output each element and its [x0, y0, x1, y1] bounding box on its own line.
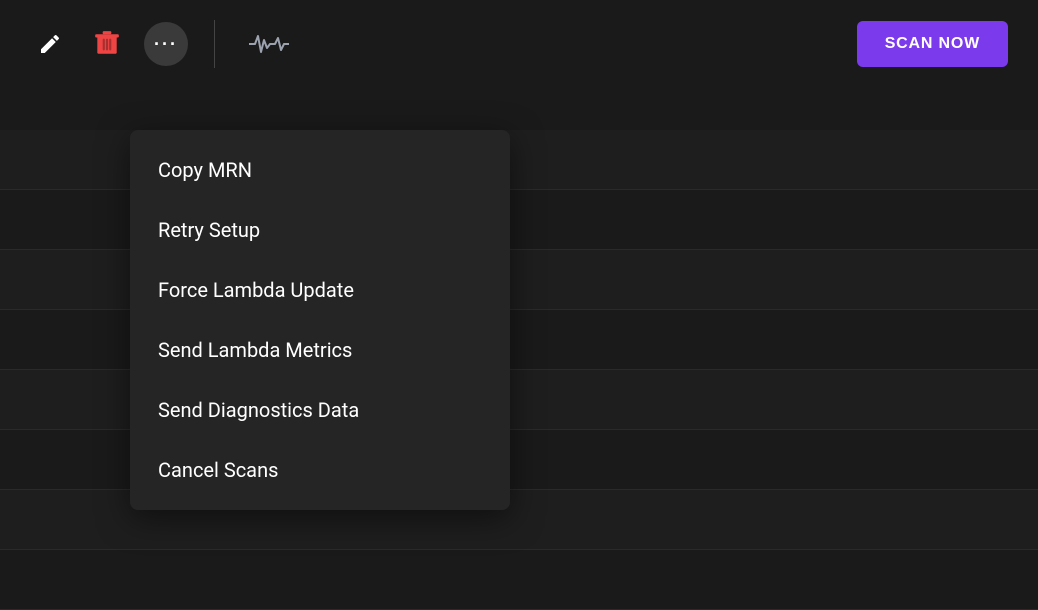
edit-button[interactable] [30, 24, 70, 64]
menu-item-copy-mrn-label: Copy MRN [158, 158, 252, 182]
menu-item-retry-setup-label: Retry Setup [158, 218, 260, 242]
activity-button[interactable] [241, 24, 297, 64]
scan-now-button[interactable]: SCAN NOW [857, 21, 1008, 67]
menu-item-retry-setup[interactable]: Retry Setup [130, 200, 510, 260]
more-dots-icon: ··· [154, 34, 178, 55]
menu-item-send-lambda-metrics-label: Send Lambda Metrics [158, 338, 352, 362]
more-options-button[interactable]: ··· [144, 22, 188, 66]
scan-now-label: SCAN NOW [885, 35, 980, 52]
menu-item-force-lambda-update-label: Force Lambda Update [158, 278, 354, 302]
delete-button[interactable] [86, 22, 128, 66]
menu-item-send-lambda-metrics[interactable]: Send Lambda Metrics [130, 320, 510, 380]
menu-item-send-diagnostics-data[interactable]: Send Diagnostics Data [130, 380, 510, 440]
menu-item-cancel-scans-label: Cancel Scans [158, 458, 278, 482]
menu-item-copy-mrn[interactable]: Copy MRN [130, 140, 510, 200]
menu-item-send-diagnostics-data-label: Send Diagnostics Data [158, 398, 359, 422]
menu-item-force-lambda-update[interactable]: Force Lambda Update [130, 260, 510, 320]
edit-icon [38, 32, 62, 56]
dropdown-menu: Copy MRN Retry Setup Force Lambda Update… [130, 130, 510, 510]
activity-waveform-icon [249, 32, 289, 56]
toolbar-divider [214, 20, 215, 68]
toolbar-left-actions: ··· [30, 22, 188, 66]
trash-icon [94, 30, 120, 58]
menu-item-cancel-scans[interactable]: Cancel Scans [130, 440, 510, 500]
toolbar: ··· SCAN NOW [0, 0, 1038, 88]
